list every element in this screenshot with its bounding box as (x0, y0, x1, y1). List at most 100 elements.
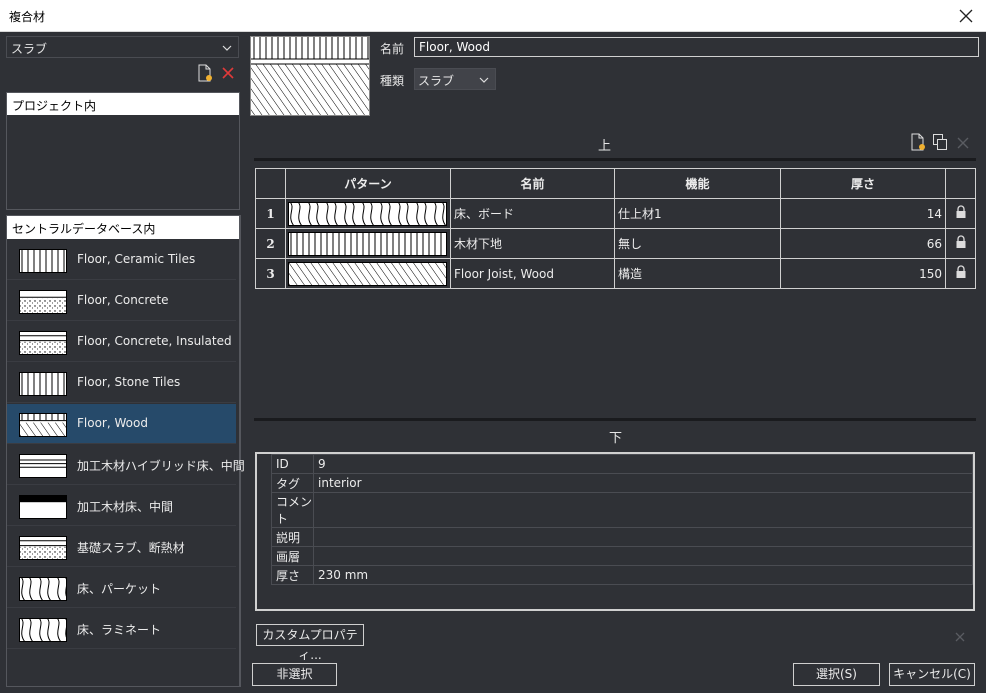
material-thumbnail (19, 577, 67, 601)
pattern-cell[interactable] (285, 198, 451, 229)
property-value[interactable] (313, 492, 973, 528)
list-item[interactable]: 基礎スラブ、断熱材 (7, 527, 236, 567)
pattern-swatch (288, 201, 447, 226)
property-row[interactable]: ID 9 (271, 454, 973, 474)
layer-name-cell[interactable]: Floor Joist, Wood (450, 258, 615, 289)
list-item[interactable]: Floor, Stone Tiles (7, 363, 236, 403)
material-thumbnail (19, 536, 67, 560)
chevron-down-icon (222, 42, 232, 56)
properties-table: ID 9 タグ interior コメント 説明 画層 厚さ 230 mm (271, 454, 973, 585)
table-row[interactable]: 2 木材下地 無し 66 (255, 228, 976, 259)
list-item[interactable]: 加工木材ハイブリッド床、中間 (7, 445, 245, 485)
property-row[interactable]: 厚さ 230 mm (271, 565, 973, 585)
layer-function-cell[interactable]: 無し (614, 228, 781, 259)
new-document-icon[interactable] (197, 64, 213, 82)
custom-properties-button[interactable]: カスタムプロパティ... (256, 624, 364, 662)
property-row[interactable]: 説明 (271, 527, 973, 547)
preview-pattern (251, 37, 369, 115)
property-row[interactable]: タグ interior (271, 473, 973, 493)
material-thumbnail (19, 454, 67, 478)
material-thumbnail (19, 249, 67, 273)
deselect-button[interactable]: 非選択 (252, 663, 337, 686)
column-header-empty (255, 168, 286, 199)
list-item[interactable]: Floor, Concrete, Insulated (7, 322, 236, 362)
layer-table: パターン 名前 機能 厚さ 1 床、ボード 仕上材1 14 2 木材下地 無し … (255, 168, 976, 289)
material-thumbnail (19, 331, 67, 355)
material-thumbnail (19, 413, 67, 437)
select-button[interactable]: 選択(S) (793, 663, 880, 686)
property-key: 説明 (271, 527, 314, 547)
divider (254, 418, 976, 421)
property-row[interactable]: 画層 (271, 546, 973, 566)
layer-thickness-cell[interactable]: 150 (780, 258, 946, 289)
pattern-cell[interactable] (285, 258, 451, 289)
list-item[interactable]: Floor, Wood (7, 404, 236, 444)
property-key: ID (271, 454, 314, 474)
material-label: 加工木材床、中間 (77, 500, 174, 514)
central-database-header: セントラルデータベース内 (7, 216, 239, 239)
chevron-down-icon (479, 74, 489, 88)
project-list-header: プロジェクト内 (7, 93, 239, 115)
material-label: 床、パーケット (77, 582, 162, 596)
layer-name-cell[interactable]: 木材下地 (450, 228, 615, 259)
lock-icon[interactable] (945, 258, 976, 289)
column-header-name[interactable]: 名前 (450, 168, 615, 199)
close-icon[interactable] (954, 4, 978, 28)
column-header-pattern[interactable]: パターン (285, 168, 451, 199)
row-number: 1 (255, 198, 286, 229)
material-thumbnail (19, 618, 67, 642)
pattern-swatch (288, 231, 447, 256)
kind-dropdown-value: スラブ (418, 74, 455, 88)
divider (254, 158, 976, 161)
column-header-function[interactable]: 機能 (614, 168, 781, 199)
delete-icon[interactable] (221, 66, 235, 80)
property-value[interactable]: 9 (313, 454, 973, 474)
property-key: コメント (271, 492, 314, 528)
kind-dropdown[interactable]: スラブ (414, 68, 496, 90)
table-row[interactable]: 3 Floor Joist, Wood 構造 150 (255, 258, 976, 289)
material-label: Floor, Stone Tiles (77, 375, 181, 389)
material-thumbnail (19, 290, 67, 314)
layer-thickness-cell[interactable]: 66 (780, 228, 946, 259)
layer-function-cell[interactable]: 仕上材1 (614, 198, 781, 229)
material-label: 基礎スラブ、断熱材 (77, 541, 185, 555)
lock-icon[interactable] (945, 198, 976, 229)
property-value[interactable] (313, 527, 973, 547)
cancel-button[interactable]: キャンセル(C) (889, 663, 975, 686)
name-label: 名前 (380, 42, 405, 56)
kind-label: 種類 (380, 74, 405, 88)
list-item[interactable]: 床、パーケット (7, 568, 236, 608)
name-input[interactable] (414, 37, 979, 57)
lock-icon[interactable] (945, 228, 976, 259)
layer-thickness-cell[interactable]: 14 (780, 198, 946, 229)
list-item[interactable]: 床、ラミネート (7, 609, 236, 649)
pattern-swatch (19, 249, 67, 273)
delete-layer-icon[interactable] (957, 137, 969, 149)
pattern-cell[interactable] (285, 228, 451, 259)
property-key: 厚さ (271, 565, 314, 585)
material-label: Floor, Ceramic Tiles (77, 252, 196, 266)
copy-layer-icon[interactable] (932, 133, 948, 151)
list-item[interactable]: Floor, Concrete (7, 281, 236, 321)
pattern-swatch (19, 290, 67, 314)
property-value[interactable]: interior (313, 473, 973, 493)
material-label: Floor, Concrete, Insulated (77, 334, 232, 348)
material-label: Floor, Concrete (77, 293, 169, 307)
column-header-thickness[interactable]: 厚さ (780, 168, 946, 199)
table-row[interactable]: 1 床、ボード 仕上材1 14 (255, 198, 976, 229)
property-row[interactable]: コメント (271, 492, 973, 528)
close-icon[interactable] (955, 631, 965, 642)
property-value[interactable]: 230 mm (313, 565, 973, 585)
layer-name-cell[interactable]: 床、ボード (450, 198, 615, 229)
pattern-swatch (19, 577, 67, 601)
type-dropdown[interactable]: スラブ (6, 36, 239, 58)
window-title: 複合材 (9, 10, 46, 24)
list-item[interactable]: 加工木材床、中間 (7, 486, 236, 526)
pattern-swatch (19, 536, 67, 560)
list-item[interactable]: Floor, Ceramic Tiles (7, 240, 236, 280)
layer-function-cell[interactable]: 構造 (614, 258, 781, 289)
add-layer-icon[interactable] (910, 133, 926, 151)
material-label: 床、ラミネート (77, 623, 162, 637)
row-number: 3 (255, 258, 286, 289)
property-value[interactable] (313, 546, 973, 566)
